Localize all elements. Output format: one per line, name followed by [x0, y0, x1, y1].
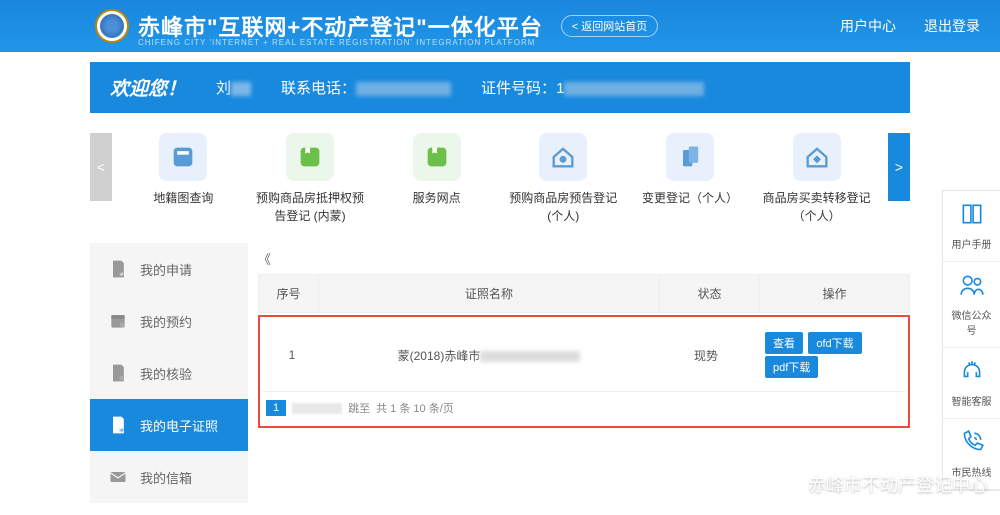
service-label: 预购商品房抵押权预告登记 (内蒙) [252, 189, 367, 225]
sidebar-item-label: 我的预约 [140, 312, 192, 331]
service-label: 预购商品房预告登记 (个人) [506, 189, 621, 225]
col-seq: 序号 [259, 275, 319, 313]
wechat-watermark: 赤峰市不动产登记中心 [774, 471, 988, 497]
service-transfer-reg[interactable]: 商品房买卖转移登记（个人） [759, 133, 874, 225]
view-button[interactable]: 查看 [765, 332, 803, 354]
welcome-bar: 欢迎您！ 刘 联系电话： 证件号码：1 [90, 62, 910, 113]
cert-table: 序号 证照名称 状态 操作 [258, 274, 910, 313]
sidebar-item-label: 我的申请 [140, 260, 192, 279]
service-presale-notice[interactable]: 预购商品房预告登记 (个人) [506, 133, 621, 225]
sidebar-item-verification[interactable]: 我的核验 [90, 347, 248, 399]
sidebar-item-ecert[interactable]: 我的电子证照 [90, 399, 248, 451]
collapse-toggle[interactable]: 《 [258, 243, 910, 274]
rp-user-manual[interactable]: 用户手册 [943, 191, 1000, 262]
cell-status: 现势 [656, 319, 756, 392]
logout-link[interactable]: 退出登录 [924, 16, 980, 36]
service-change-reg[interactable]: 变更登记（个人） [632, 133, 747, 225]
pager-info: 共 1 条 10 条/页 [376, 400, 454, 416]
sidebar-item-label: 我的核验 [140, 364, 192, 383]
pagination: 1 跳至 共 1 条 10 条/页 [262, 392, 906, 424]
pager-jump: 跳至 [348, 400, 370, 416]
rp-label: 用户手册 [947, 236, 996, 251]
carousel-next-button[interactable]: > [888, 133, 910, 201]
sidebar-item-mailbox[interactable]: 我的信箱 [90, 451, 248, 503]
sidebar-item-label: 我的信箱 [140, 468, 192, 487]
user-id: 证件号码：1 [481, 77, 704, 98]
sidebar-item-label: 我的电子证照 [140, 416, 218, 435]
service-presale-mortgage[interactable]: 预购商品房抵押权预告登记 (内蒙) [252, 133, 367, 225]
users-icon [959, 272, 985, 298]
headset-icon [959, 358, 985, 384]
rp-label: 微信公众号 [947, 307, 996, 337]
user-name: 刘 [216, 77, 251, 98]
sidebar-item-appointments[interactable]: 我的预约 [90, 295, 248, 347]
user-phone: 联系电话： [281, 77, 451, 98]
service-outlets[interactable]: 服务网点 [379, 133, 494, 225]
service-label: 地籍图查询 [126, 189, 241, 207]
service-label: 商品房买卖转移登记（个人） [759, 189, 874, 225]
welcome-label: 欢迎您！ [110, 74, 186, 101]
content-area: 《 序号 证照名称 状态 操作 1 蒙(2018)赤峰市 现势 查看 ofd下载… [248, 243, 910, 503]
table-row: 1 蒙(2018)赤峰市 现势 查看 ofd下载 pdf下载 [262, 319, 906, 392]
logo [95, 9, 129, 43]
col-action: 操作 [760, 275, 910, 313]
site-subtitle: CHIFENG CITY 'INTERNET + REAL ESTATE REG… [138, 38, 535, 47]
cell-actions: 查看 ofd下载 pdf下载 [756, 319, 906, 392]
header: 赤峰市"互联网+不动产登记"一体化平台 CHIFENG CITY 'INTERN… [0, 0, 1000, 52]
rp-wechat[interactable]: 微信公众号 [943, 262, 1000, 348]
ofd-download-button[interactable]: ofd下载 [808, 332, 861, 354]
col-status: 状态 [660, 275, 760, 313]
back-home-button[interactable]: < 返回网站首页 [561, 15, 658, 37]
rp-smart-service[interactable]: 智能客服 [943, 348, 1000, 419]
wechat-icon [774, 471, 800, 497]
page-button[interactable]: 1 [266, 400, 286, 416]
user-center-link[interactable]: 用户中心 [840, 16, 896, 36]
highlight-box: 1 蒙(2018)赤峰市 现势 查看 ofd下载 pdf下载 1 跳至 共 1 … [258, 315, 910, 428]
right-panel: 用户手册 微信公众号 智能客服 市民热线 [942, 190, 1000, 491]
rp-label: 智能客服 [947, 393, 996, 408]
service-label: 服务网点 [379, 189, 494, 207]
services-row: < 地籍图查询 预购商品房抵押权预告登记 (内蒙) 服务网点 预购商品房预告登记… [90, 123, 910, 235]
cell-seq: 1 [262, 319, 322, 392]
book-icon [959, 201, 985, 227]
carousel-prev-button[interactable]: < [90, 133, 112, 201]
pdf-download-button[interactable]: pdf下载 [765, 356, 818, 378]
col-name: 证照名称 [319, 275, 660, 313]
service-cadastral-map[interactable]: 地籍图查询 [126, 133, 241, 225]
cell-cert-name: 蒙(2018)赤峰市 [322, 319, 656, 392]
wechat-text: 赤峰市不动产登记中心 [808, 471, 988, 497]
sidebar-item-applications[interactable]: 我的申请 [90, 243, 248, 295]
sidebar: 我的申请 我的预约 我的核验 我的电子证照 我的信箱 [90, 243, 248, 503]
phone-icon [959, 429, 985, 455]
service-label: 变更登记（个人） [632, 189, 747, 207]
